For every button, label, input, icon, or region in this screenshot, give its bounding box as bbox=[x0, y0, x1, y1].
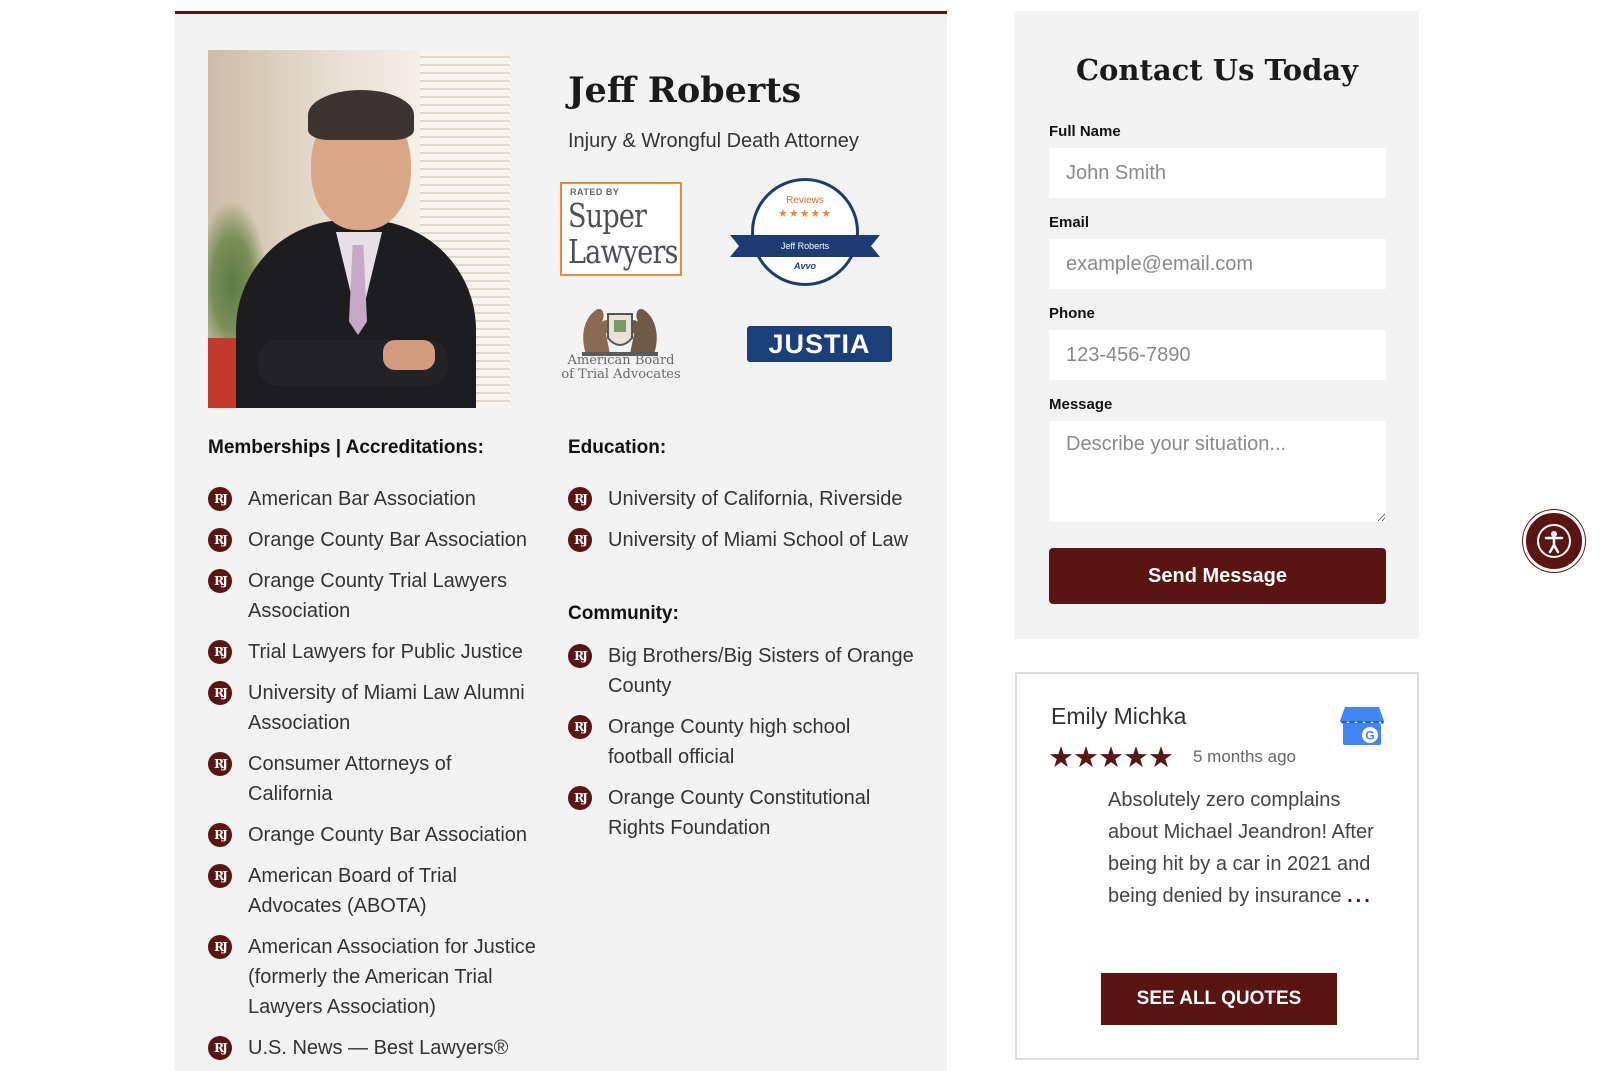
list-item-label: University of Miami School of Law bbox=[608, 529, 909, 551]
list-item-label: American Association for Justice (former… bbox=[248, 936, 536, 1018]
law-firm-logo-icon: RJ bbox=[208, 752, 232, 776]
abota-text-line2: of Trial Advocates bbox=[561, 367, 681, 382]
list-item: RJ University of California, Riverside bbox=[568, 484, 918, 514]
education-heading: Education: bbox=[568, 437, 667, 458]
avvo-stars: ★★★★★ bbox=[777, 208, 833, 220]
list-item-label: University of Miami Law Alumni Associati… bbox=[248, 682, 525, 734]
list-item: RJ University of Miami Law Alumni Associa… bbox=[208, 678, 538, 738]
law-firm-logo-icon: RJ bbox=[568, 528, 592, 552]
review-date: 5 months ago bbox=[1193, 747, 1297, 766]
email-label: Email bbox=[1049, 214, 1090, 231]
contact-form-title: Contact Us Today bbox=[1075, 53, 1359, 87]
community-list: RJ Big Brothers/Big Sisters of Orange Cou… bbox=[568, 641, 918, 854]
list-item-label: Orange County Constitutional Rights Foun… bbox=[608, 787, 871, 839]
list-item: RJ Consumer Attorneys of California bbox=[208, 749, 538, 809]
law-firm-logo-icon: RJ bbox=[208, 640, 232, 664]
list-item-label: U.S. News — Best Lawyers® bbox=[248, 1037, 509, 1059]
law-firm-logo-icon: RJ bbox=[208, 487, 232, 511]
svg-text:G: G bbox=[1365, 729, 1374, 743]
abota-badge[interactable]: American Board of Trial Advocates bbox=[560, 296, 682, 396]
super-lawyers-badge[interactable]: RATED BY Super Lawyers bbox=[560, 182, 682, 276]
list-item: RJ Big Brothers/Big Sisters of Orange Cou… bbox=[568, 641, 918, 701]
review-text: Absolutely zero complains about Michael … bbox=[1108, 784, 1388, 912]
community-heading: Community: bbox=[568, 603, 679, 624]
list-item-label: Orange County Trial Lawyers Association bbox=[248, 570, 508, 622]
message-label: Message bbox=[1049, 396, 1113, 413]
memberships-list: RJ American Bar Association RJ Orange Coun… bbox=[208, 484, 538, 1071]
list-item: RJ Orange County Trial Lawyers Associatio… bbox=[208, 566, 538, 626]
review-card: Emily Michka G ★★★★★ 5 months ago Absolu… bbox=[1015, 672, 1419, 1060]
list-item-label: American Board of Trial Advocates (ABOTA… bbox=[248, 865, 457, 917]
list-item-label: Orange County Bar Association bbox=[248, 824, 528, 846]
attorney-photo bbox=[208, 50, 510, 408]
list-item-label: Orange County high school football offic… bbox=[608, 716, 851, 768]
list-item: RJ Orange County Bar Association bbox=[208, 820, 538, 850]
list-item-label: University of California, Riverside bbox=[608, 488, 903, 510]
read-more-ellipsis[interactable]: ... bbox=[1347, 885, 1373, 907]
law-firm-logo-icon: RJ bbox=[208, 528, 232, 552]
accessibility-icon bbox=[1537, 524, 1571, 558]
list-item: RJ American Association for Justice (form… bbox=[208, 932, 538, 1022]
law-firm-logo-icon: RJ bbox=[208, 864, 232, 888]
abota-text: American Board of Trial Advocates bbox=[560, 354, 682, 382]
list-item: RJ American Board of Trial Advocates (ABO… bbox=[208, 861, 538, 921]
star-rating: ★★★★★ bbox=[1048, 742, 1174, 774]
super-lawyers-line1: Super bbox=[568, 196, 647, 235]
list-item-label: Trial Lawyers for Public Justice bbox=[248, 641, 523, 663]
avvo-brand: Avvo bbox=[793, 261, 816, 271]
see-all-quotes-button[interactable]: SEE ALL QUOTES bbox=[1101, 973, 1337, 1025]
avvo-name-ribbon: Jeff Roberts bbox=[730, 235, 880, 257]
law-firm-logo-icon: RJ bbox=[568, 644, 592, 668]
abota-text-line1: American Board bbox=[567, 353, 675, 368]
super-lawyers-line2: Lawyers bbox=[568, 232, 678, 271]
list-item: RJ U.S. News — Best Lawyers® bbox=[208, 1033, 538, 1063]
memberships-heading: Memberships | Accreditations: bbox=[208, 437, 484, 458]
list-item-label: Big Brothers/Big Sisters of Orange Count… bbox=[608, 645, 914, 697]
justia-badge[interactable]: JUSTIA bbox=[747, 326, 892, 362]
send-message-button[interactable]: Send Message bbox=[1049, 548, 1386, 604]
phone-field[interactable] bbox=[1049, 330, 1386, 380]
abota-crest-icon bbox=[582, 308, 658, 356]
law-firm-logo-icon: RJ bbox=[568, 786, 592, 810]
accessibility-menu-button[interactable] bbox=[1523, 510, 1585, 572]
list-item: RJ Orange County high school football off… bbox=[568, 712, 918, 772]
law-firm-logo-icon: RJ bbox=[208, 1036, 232, 1060]
avvo-reviews-label: Reviews bbox=[786, 195, 824, 206]
attorney-name: Jeff Roberts bbox=[568, 70, 802, 111]
attorney-bio-card: Jeff Roberts Injury & Wrongful Death Att… bbox=[175, 11, 947, 1071]
avvo-badge-circle: Reviews ★★★★★ Avvo bbox=[751, 178, 859, 286]
full-name-field[interactable] bbox=[1049, 148, 1386, 198]
list-item-label: American Bar Association bbox=[248, 488, 476, 510]
list-item: RJ Orange County Constitutional Rights Fo… bbox=[568, 783, 918, 843]
law-firm-logo-icon: RJ bbox=[568, 715, 592, 739]
avvo-reviews-badge[interactable]: Reviews ★★★★★ Avvo Jeff Roberts bbox=[730, 178, 880, 288]
law-firm-logo-icon: RJ bbox=[208, 569, 232, 593]
full-name-label: Full Name bbox=[1049, 123, 1121, 140]
law-firm-logo-icon: RJ bbox=[568, 487, 592, 511]
law-firm-logo-icon: RJ bbox=[208, 935, 232, 959]
list-item: RJ Trial Lawyers for Public Justice bbox=[208, 637, 538, 667]
google-business-icon: G bbox=[1340, 707, 1384, 745]
law-firm-logo-icon: RJ bbox=[208, 681, 232, 705]
contact-form: Contact Us Today Full Name Email Phone M… bbox=[1015, 11, 1419, 639]
law-firm-logo-icon: RJ bbox=[208, 823, 232, 847]
list-item: RJ University of Miami School of Law bbox=[568, 525, 918, 555]
phone-label: Phone bbox=[1049, 305, 1095, 322]
reviewer-name: Emily Michka bbox=[1051, 703, 1187, 729]
list-item-label: Orange County Bar Association bbox=[248, 529, 528, 551]
review-body: Absolutely zero complains about Michael … bbox=[1108, 789, 1374, 907]
message-field[interactable] bbox=[1049, 421, 1386, 522]
list-item-label: Consumer Attorneys of California bbox=[248, 753, 452, 805]
education-list: RJ University of California, Riverside RJ… bbox=[568, 484, 918, 566]
attorney-title: Injury & Wrongful Death Attorney bbox=[568, 130, 859, 152]
list-item: RJ Orange County Bar Association bbox=[208, 525, 538, 555]
list-item: RJ American Bar Association bbox=[208, 484, 538, 514]
email-field[interactable] bbox=[1049, 239, 1386, 289]
